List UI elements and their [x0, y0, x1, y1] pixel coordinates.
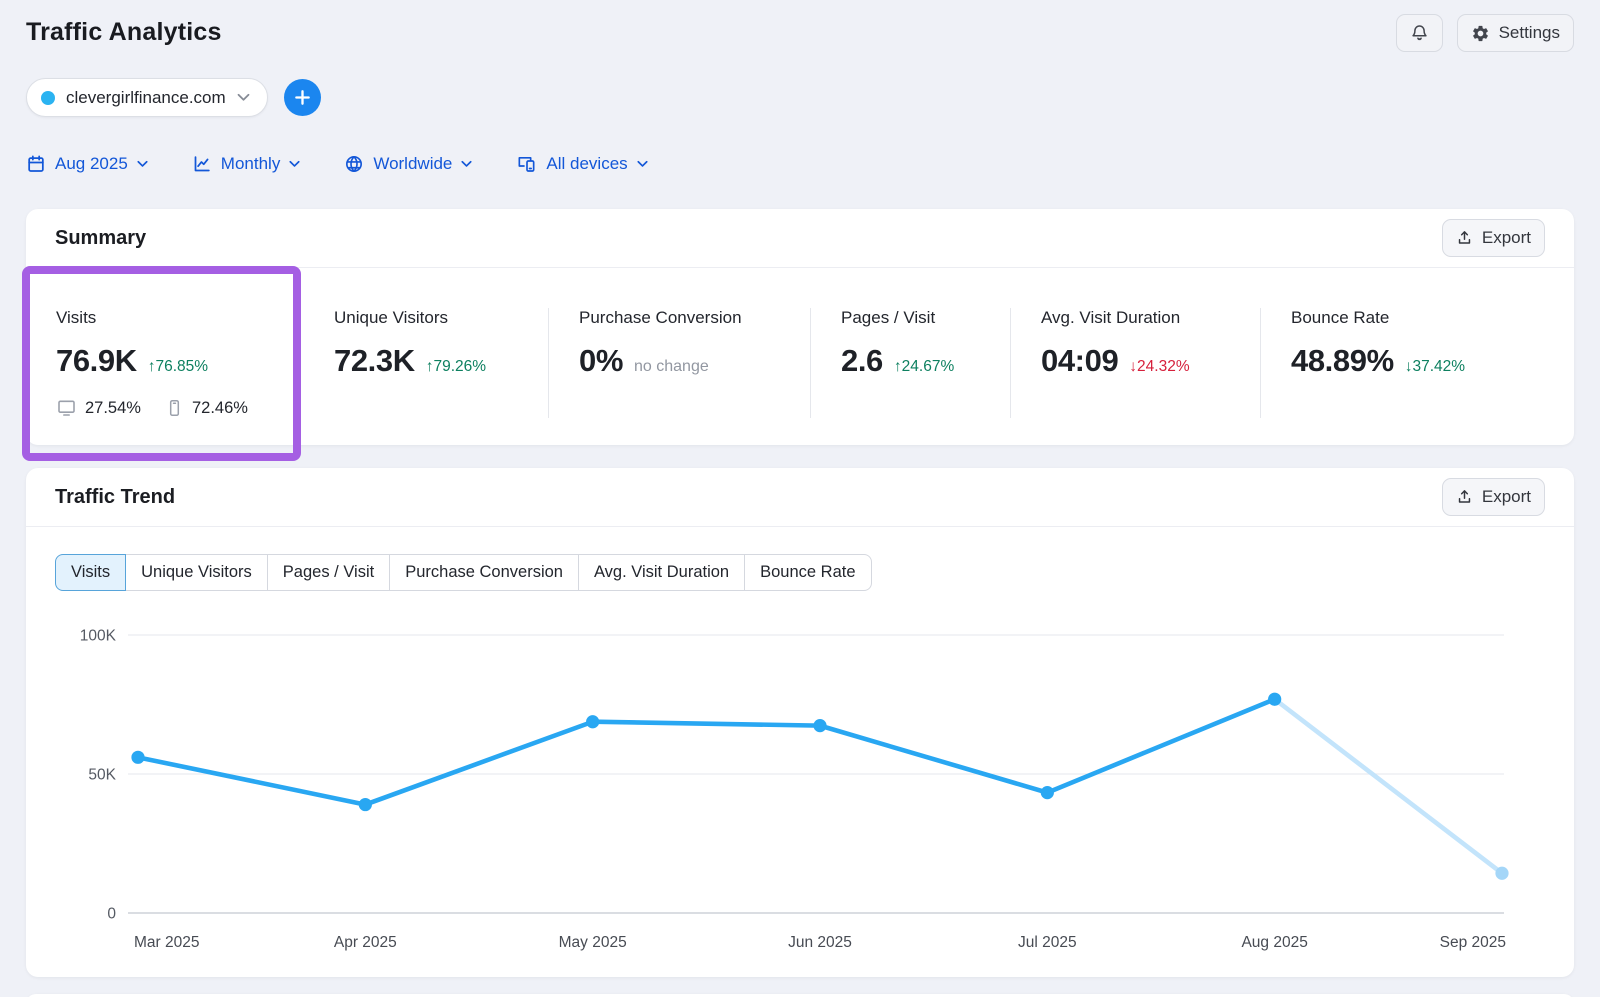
device-split: 27.54% 72.46%	[56, 398, 284, 418]
metric-value: 0%	[579, 343, 623, 379]
globe-icon	[344, 154, 364, 174]
metric-value: 2.6	[841, 343, 883, 379]
settings-button-label: Settings	[1499, 23, 1560, 43]
metric-change: no change	[634, 358, 709, 376]
tab-avg-visit-duration[interactable]: Avg. Visit Duration	[578, 554, 745, 591]
notifications-button[interactable]	[1396, 14, 1443, 52]
metric-change: ↑24.67%	[894, 358, 954, 376]
metric-visits: Visits 76.9K ↑76.85% 27.54% 72	[26, 308, 304, 418]
traffic-analytics-page: Traffic Analytics Settings	[0, 0, 1600, 997]
filter-date-range[interactable]: Aug 2025	[26, 154, 148, 174]
tab-unique-visitors[interactable]: Unique Visitors	[125, 554, 268, 591]
devices-icon	[516, 154, 537, 174]
tab-purchase-conversion[interactable]: Purchase Conversion	[389, 554, 579, 591]
x-axis-label: Aug 2025	[1241, 934, 1307, 951]
traffic-trend-export-button[interactable]: Export	[1442, 478, 1545, 516]
metric-change: ↓24.32%	[1129, 358, 1189, 376]
mobile-share: 72.46%	[192, 399, 248, 418]
metric-label: Purchase Conversion	[579, 308, 790, 328]
add-domain-button[interactable]	[284, 79, 321, 116]
metric-bounce-rate: Bounce Rate 48.89% ↓37.42%	[1260, 308, 1574, 418]
domain-color-dot	[41, 91, 55, 105]
data-point-sep-2025[interactable]	[1495, 867, 1508, 880]
filter-bar: Aug 2025 Monthly Worldwide All devices	[26, 154, 1574, 174]
top-bar: Traffic Analytics Settings	[26, 14, 1574, 52]
tab-visits[interactable]: Visits	[55, 554, 126, 591]
chevron-down-icon	[237, 93, 250, 102]
topbar-actions: Settings	[1396, 14, 1574, 52]
metric-change: ↑79.26%	[426, 358, 486, 376]
metric-unique-visitors: Unique Visitors 72.3K ↑79.26%	[304, 308, 548, 418]
metric-value: 76.9K	[56, 343, 137, 379]
data-point-jun-2025[interactable]	[813, 719, 826, 732]
bell-icon	[1410, 23, 1429, 43]
tab-pages-visit[interactable]: Pages / Visit	[267, 554, 390, 591]
page-title: Traffic Analytics	[26, 14, 222, 47]
filter-location[interactable]: Worldwide	[344, 154, 472, 174]
data-point-mar-2025[interactable]	[131, 751, 144, 764]
summary-title: Summary	[55, 227, 146, 250]
metric-avg-visit-duration: Avg. Visit Duration 04:09 ↓24.32%	[1010, 308, 1260, 418]
tab-bounce-rate[interactable]: Bounce Rate	[744, 554, 871, 591]
desktop-icon	[56, 398, 77, 418]
mobile-icon	[165, 398, 184, 418]
metric-label: Bounce Rate	[1291, 308, 1554, 328]
metric-value: 04:09	[1041, 343, 1118, 379]
export-icon	[1456, 229, 1473, 247]
filter-device[interactable]: All devices	[516, 154, 647, 174]
summary-card-header: Summary Export	[26, 209, 1574, 268]
traffic-trend-card-header: Traffic Trend Export	[26, 468, 1574, 527]
y-axis-label: 50K	[88, 767, 116, 784]
x-axis-label: May 2025	[559, 934, 627, 951]
gear-icon	[1471, 24, 1490, 43]
x-axis-label: Jul 2025	[1018, 934, 1077, 951]
export-icon	[1456, 488, 1473, 506]
data-point-may-2025[interactable]	[586, 715, 599, 728]
filter-granularity[interactable]: Monthly	[192, 154, 301, 174]
traffic-trend-line-chart: 0 50K 100K Mar 2025 Apr 2025 May 2025 Jun 2025…	[56, 607, 1512, 959]
metric-purchase-conversion: Purchase Conversion 0% no change	[548, 308, 810, 418]
x-axis-label: Mar 2025	[134, 934, 199, 951]
traffic-trend-export-label: Export	[1482, 487, 1531, 507]
x-axis-label: Apr 2025	[334, 934, 397, 951]
summary-export-label: Export	[1482, 228, 1531, 248]
x-axis-label: Jun 2025	[788, 934, 852, 951]
traffic-trend-card: Traffic Trend Export VisitsUnique Visito…	[26, 468, 1574, 977]
y-axis-label: 100K	[80, 628, 117, 645]
metric-value: 48.89%	[1291, 343, 1394, 379]
metric-label: Avg. Visit Duration	[1041, 308, 1240, 328]
metric-change: ↓37.42%	[1405, 358, 1465, 376]
metric-label: Visits	[56, 308, 284, 328]
y-axis-label: 0	[107, 906, 116, 923]
summary-metrics-row: Visits 76.9K ↑76.85% 27.54% 72	[26, 268, 1574, 452]
data-point-jul-2025[interactable]	[1041, 786, 1054, 799]
metric-pages-visit: Pages / Visit 2.6 ↑24.67%	[810, 308, 1010, 418]
summary-card: Summary Export Visits 76.9K ↑76.85%	[26, 209, 1574, 445]
metric-value: 72.3K	[334, 343, 415, 379]
domain-name: clevergirlfinance.com	[66, 88, 226, 108]
domain-row: clevergirlfinance.com	[26, 78, 1574, 117]
data-point-apr-2025[interactable]	[359, 798, 372, 811]
metric-change: ↑76.85%	[148, 358, 208, 376]
metric-label: Pages / Visit	[841, 308, 990, 328]
settings-button[interactable]: Settings	[1457, 14, 1574, 52]
plus-icon	[294, 89, 311, 106]
visits-line-series	[138, 699, 1275, 804]
metric-label: Unique Visitors	[334, 308, 528, 328]
calendar-icon	[26, 154, 46, 174]
desktop-share: 27.54%	[85, 399, 141, 418]
x-axis-label: Sep 2025	[1440, 934, 1506, 951]
estimated-segment	[1275, 699, 1502, 873]
metric-tabs: VisitsUnique VisitorsPages / VisitPurcha…	[55, 554, 872, 591]
data-point-aug-2025[interactable]	[1268, 693, 1281, 706]
summary-export-button[interactable]: Export	[1442, 219, 1545, 257]
traffic-trend-chart-area: 0 50K 100K Mar 2025 Apr 2025 May 2025 Jun 2025…	[26, 591, 1574, 969]
trend-icon	[192, 154, 212, 174]
domain-selector[interactable]: clevergirlfinance.com	[26, 78, 268, 117]
traffic-trend-title: Traffic Trend	[55, 486, 175, 509]
